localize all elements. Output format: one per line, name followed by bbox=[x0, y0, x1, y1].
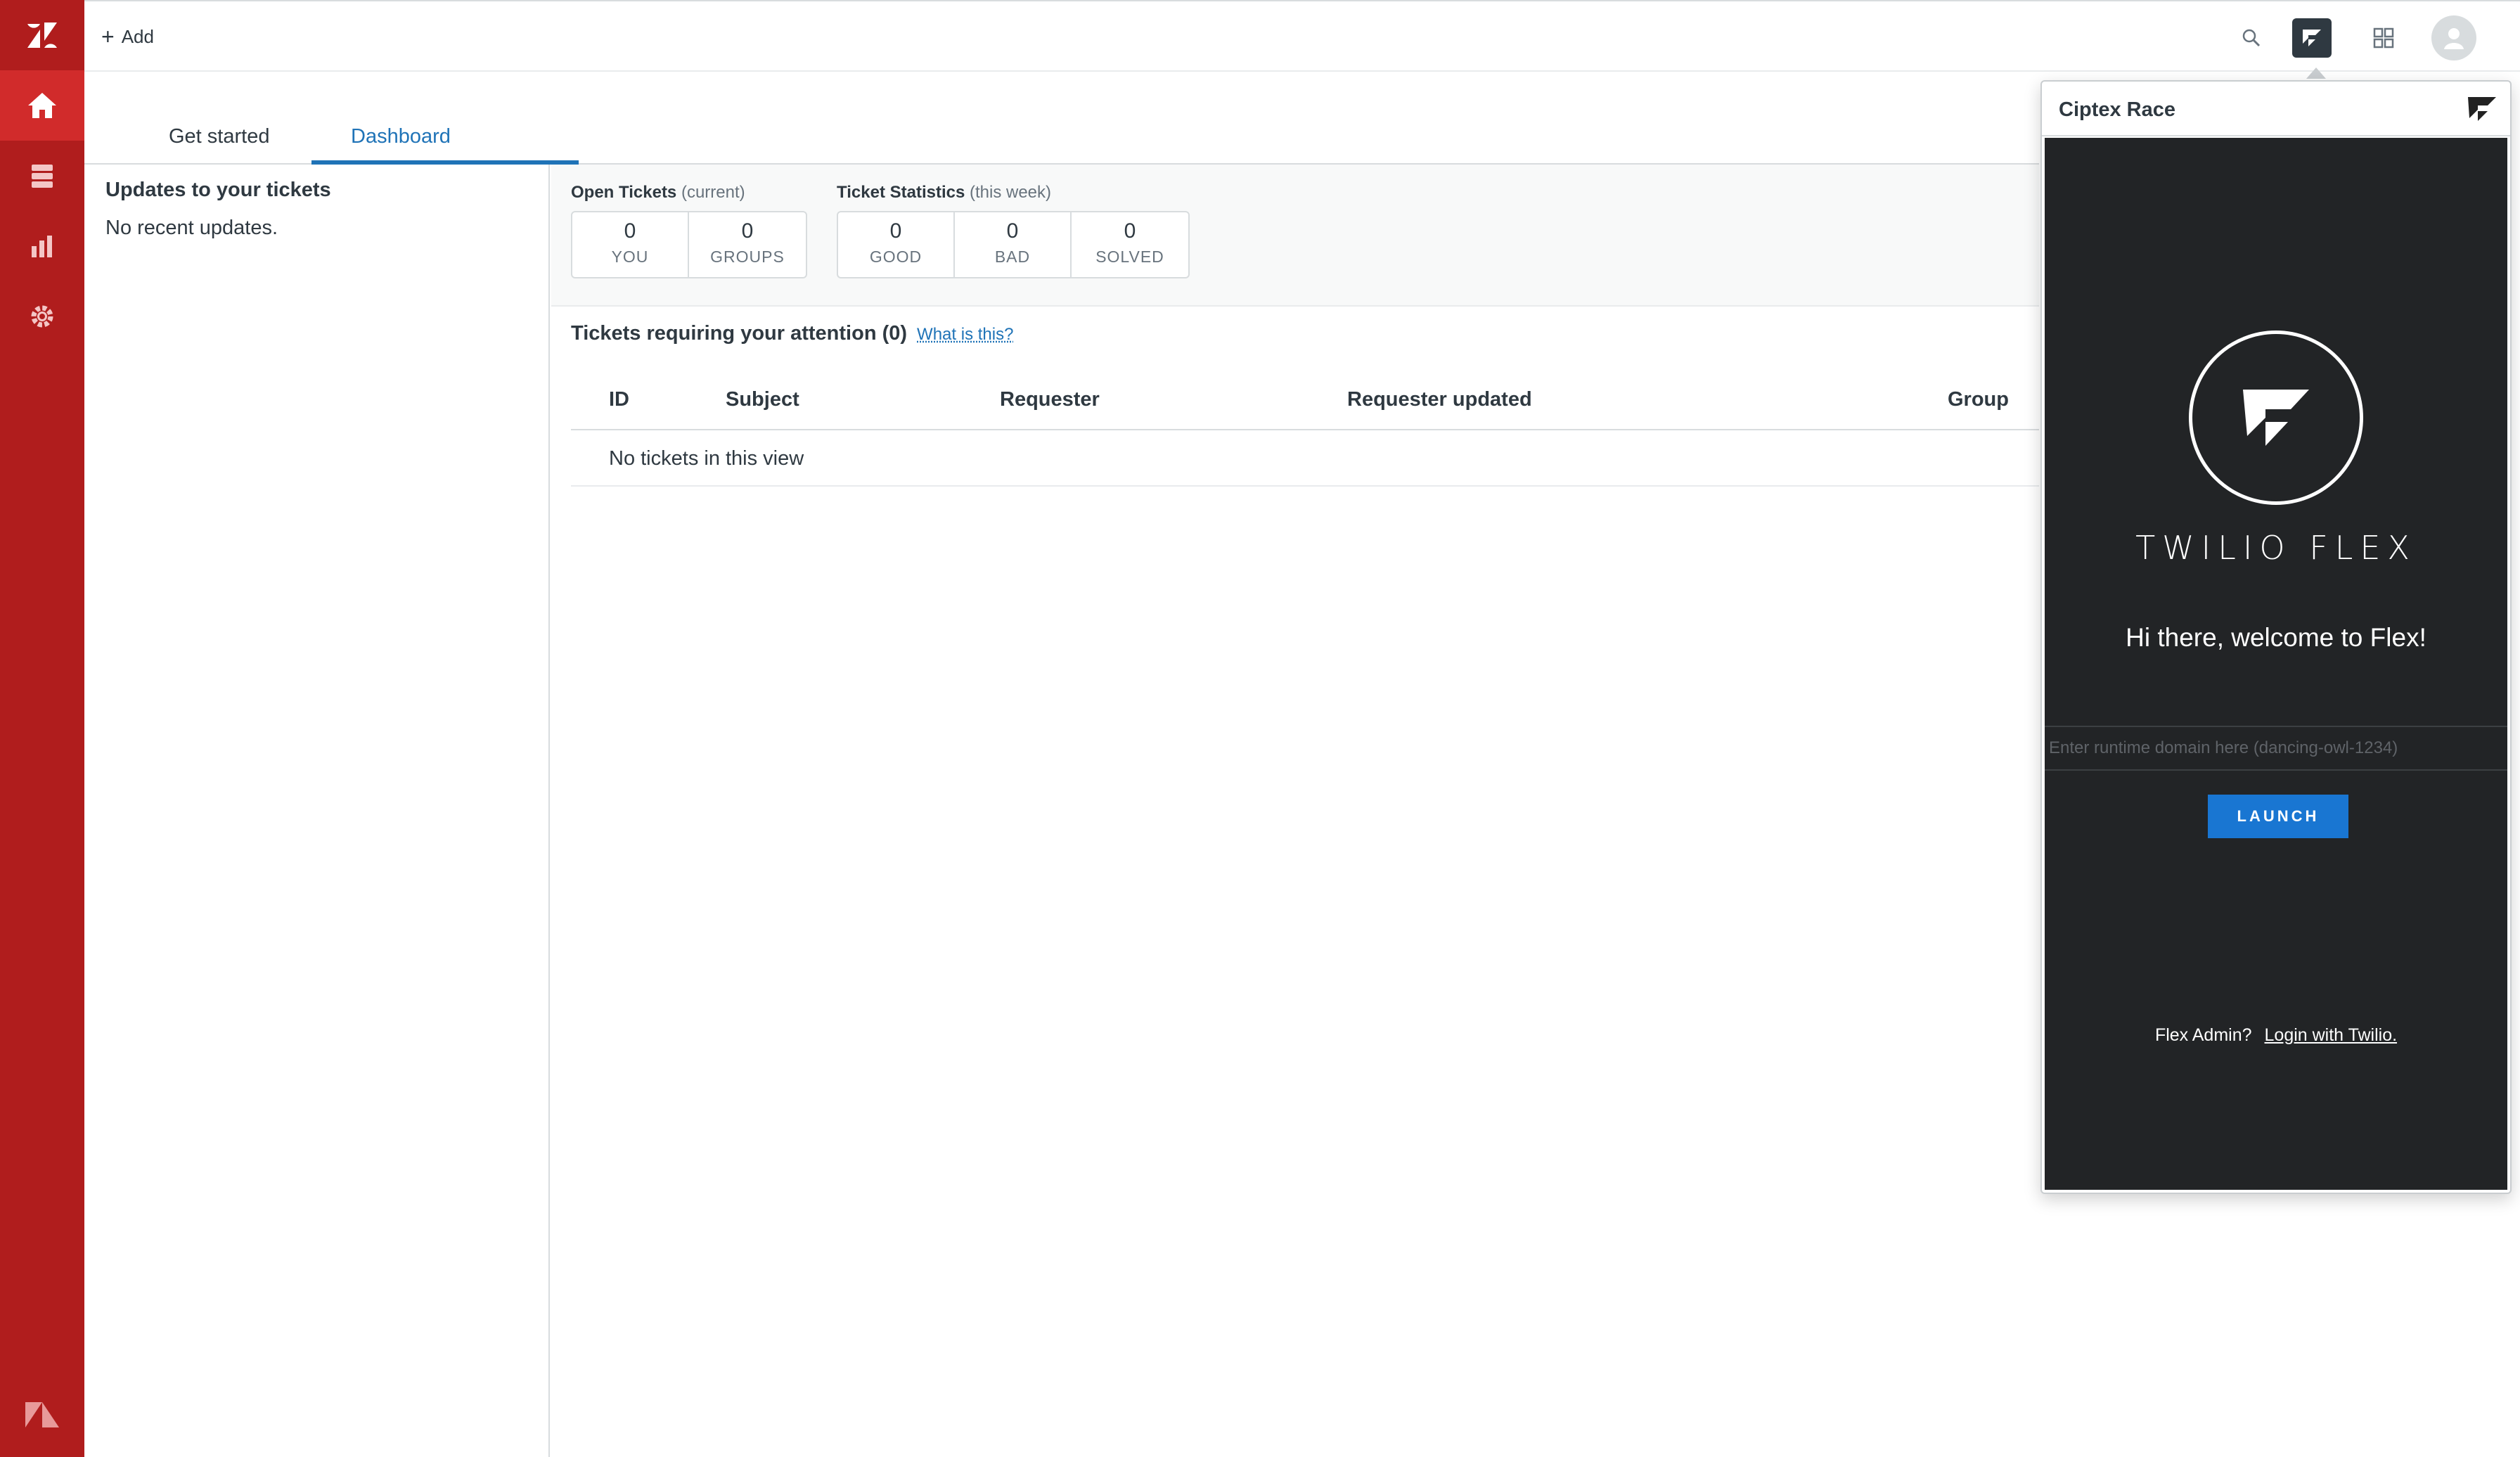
what-is-this-link[interactable]: What is this? bbox=[917, 325, 1013, 345]
admin-gear-icon[interactable] bbox=[0, 281, 84, 352]
stat-caption: YOU bbox=[611, 248, 649, 266]
twilio-flex-emblem-icon bbox=[2189, 330, 2363, 505]
open-tickets-label: Open Tickets (current) bbox=[571, 183, 807, 203]
add-button[interactable]: + Add bbox=[101, 23, 154, 51]
stat-box-solved[interactable]: 0 SOLVED bbox=[1072, 212, 1188, 277]
table-empty-text: No tickets in this view bbox=[609, 447, 804, 470]
open-tickets-boxes: 0 YOU 0 GROUPS bbox=[571, 211, 807, 278]
column-requester[interactable]: Requester bbox=[1000, 388, 1100, 411]
stat-caption: GOOD bbox=[869, 248, 922, 266]
stat-value: 0 bbox=[1006, 219, 1019, 243]
table-header: ID Subject Requester Requester updated G… bbox=[571, 373, 2039, 430]
search-icon[interactable] bbox=[2232, 18, 2271, 58]
zendesk-support-logo-icon[interactable] bbox=[0, 0, 84, 70]
popover-header: Ciptex Race bbox=[2042, 82, 2510, 136]
reporting-icon[interactable] bbox=[0, 211, 84, 281]
login-with-twilio-link[interactable]: Login with Twilio. bbox=[2265, 1025, 2398, 1045]
product-rail bbox=[0, 0, 84, 1457]
ticket-statistics-group: Ticket Statistics (this week) 0 GOOD 0 B… bbox=[837, 183, 1190, 278]
tab-dashboard[interactable]: Dashboard bbox=[351, 125, 451, 148]
stat-value: 0 bbox=[741, 219, 754, 243]
stats-bar: Open Tickets (current) 0 YOU 0 GROUPS Ti… bbox=[551, 165, 2039, 307]
stat-caption: BAD bbox=[994, 248, 1031, 266]
tab-get-started[interactable]: Get started bbox=[169, 125, 269, 148]
updates-panel: Updates to your tickets No recent update… bbox=[84, 165, 550, 1457]
apps-grid-icon[interactable] bbox=[2364, 18, 2403, 58]
home-icon[interactable] bbox=[0, 70, 84, 141]
plus-icon: + bbox=[101, 24, 115, 49]
popover-body: TWILIO FLEX Hi there, welcome to Flex! L… bbox=[2045, 138, 2507, 1190]
dashboard-tabs: Get started Dashboard bbox=[84, 113, 2039, 165]
runtime-domain-input[interactable] bbox=[2045, 726, 2507, 771]
column-id[interactable]: ID bbox=[609, 388, 629, 411]
stat-caption: GROUPS bbox=[710, 248, 785, 266]
stat-value: 0 bbox=[624, 219, 636, 243]
stat-box-you[interactable]: 0 YOU bbox=[572, 212, 689, 277]
user-avatar-icon[interactable] bbox=[2431, 15, 2476, 60]
popover-caret bbox=[2306, 68, 2326, 79]
stat-box-bad[interactable]: 0 BAD bbox=[955, 212, 1072, 277]
column-subject[interactable]: Subject bbox=[726, 388, 799, 411]
twilio-flex-popover: Ciptex Race TWILIO FLEX Hi there, welcom… bbox=[2040, 80, 2512, 1194]
twilio-flex-wordmark: TWILIO FLEX bbox=[2135, 529, 2417, 567]
views-icon[interactable] bbox=[0, 141, 84, 211]
open-tickets-group: Open Tickets (current) 0 YOU 0 GROUPS bbox=[571, 183, 807, 278]
zendesk-logo-icon[interactable] bbox=[0, 1387, 84, 1443]
launch-button[interactable]: LAUNCH bbox=[2208, 795, 2348, 838]
ticket-statistics-qualifier: (this week) bbox=[969, 183, 1052, 202]
open-tickets-qualifier: (current) bbox=[681, 183, 745, 202]
admin-login-line: Flex Admin? Login with Twilio. bbox=[2045, 1025, 2507, 1046]
top-bar: + Add bbox=[84, 0, 2520, 72]
add-button-label: Add bbox=[121, 25, 154, 47]
ticket-statistics-label: Ticket Statistics (this week) bbox=[837, 183, 1190, 203]
ticket-statistics-boxes: 0 GOOD 0 BAD 0 SOLVED bbox=[837, 211, 1190, 278]
stat-value: 0 bbox=[889, 219, 902, 243]
stat-box-groups[interactable]: 0 GROUPS bbox=[689, 212, 806, 277]
stat-caption: SOLVED bbox=[1095, 248, 1164, 266]
column-requester-updated[interactable]: Requester updated bbox=[1347, 388, 1532, 411]
twilio-flex-logo-icon bbox=[2465, 91, 2499, 125]
welcome-text: Hi there, welcome to Flex! bbox=[2126, 623, 2426, 652]
popover-title: Ciptex Race bbox=[2059, 98, 2176, 121]
attention-title: Tickets requiring your attention (0) bbox=[571, 322, 908, 345]
stat-box-good[interactable]: 0 GOOD bbox=[838, 212, 955, 277]
attention-table: ID Subject Requester Requester updated G… bbox=[571, 373, 2039, 487]
ticket-statistics-title: Ticket Statistics bbox=[837, 183, 965, 202]
stat-value: 0 bbox=[1124, 219, 1136, 243]
column-group[interactable]: Group bbox=[1948, 388, 2009, 411]
updates-empty-text: No recent updates. bbox=[105, 217, 278, 239]
twilio-flex-icon[interactable] bbox=[2292, 18, 2332, 58]
updates-title: Updates to your tickets bbox=[105, 179, 331, 201]
table-row: No tickets in this view bbox=[571, 430, 2039, 487]
admin-prompt: Flex Admin? bbox=[2154, 1025, 2252, 1045]
attention-header: Tickets requiring your attention (0) Wha… bbox=[571, 322, 1013, 345]
open-tickets-title: Open Tickets bbox=[571, 183, 677, 202]
